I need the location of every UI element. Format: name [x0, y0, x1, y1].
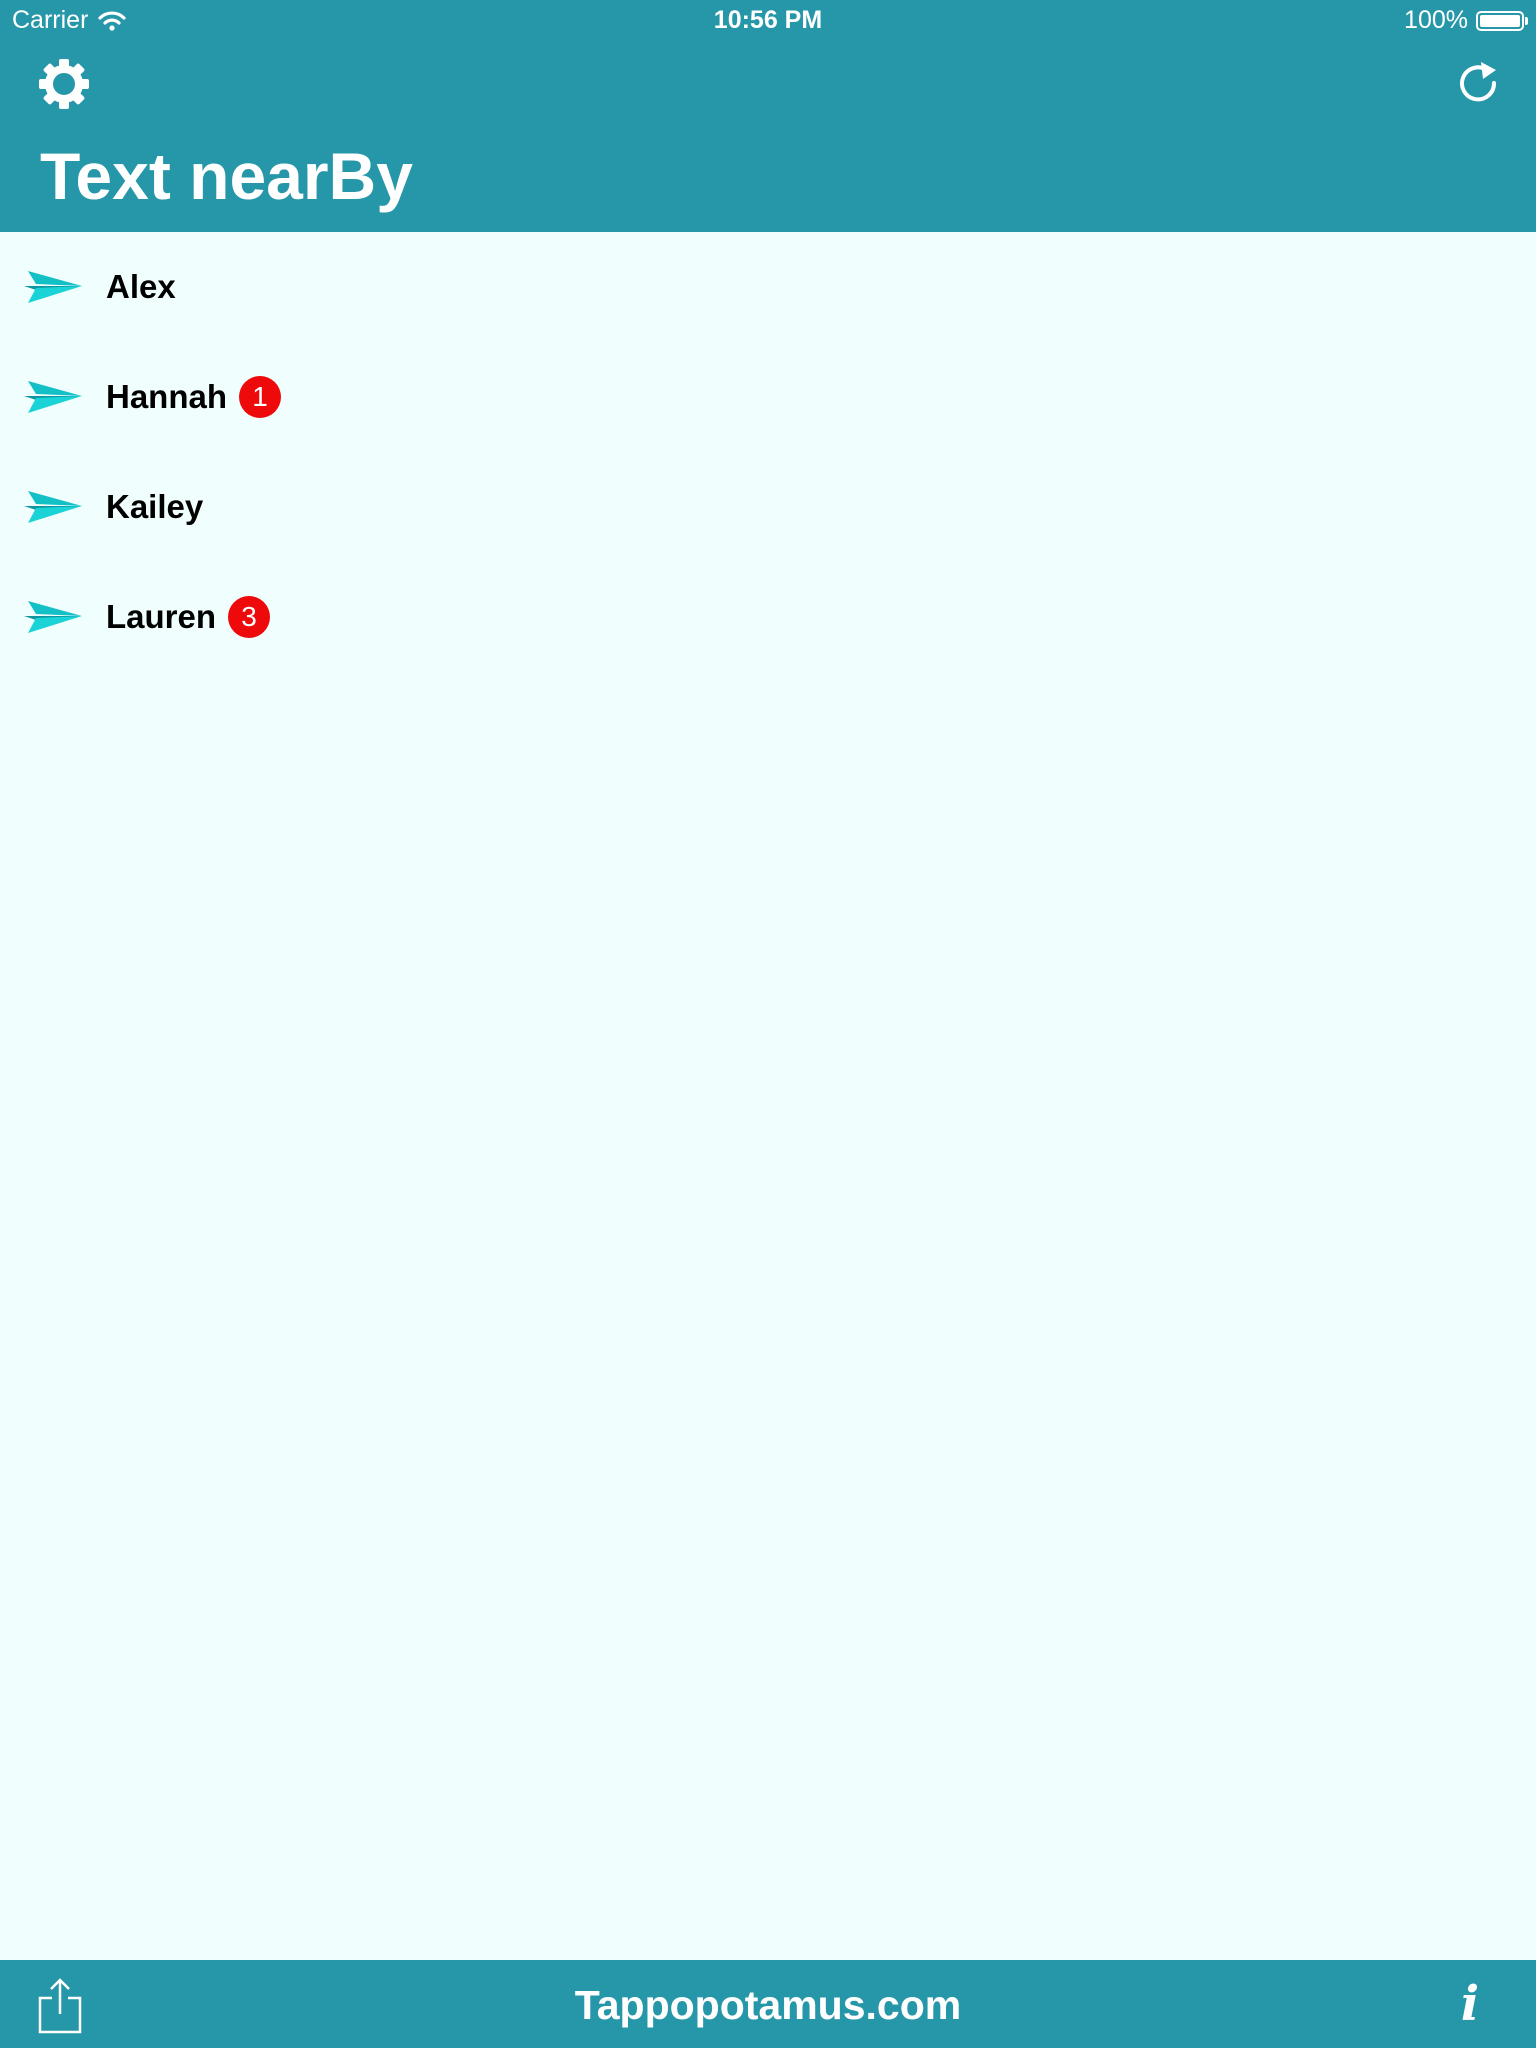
battery-indicator: 100%	[1404, 6, 1528, 35]
status-bar: Carrier 10:56 PM 100%	[0, 0, 1536, 40]
battery-icon	[1476, 10, 1528, 31]
contact-name: Alex	[106, 268, 176, 305]
contact-row-kailey[interactable]: Kailey	[0, 452, 1536, 562]
unread-badge: 3	[228, 596, 271, 638]
battery-percent: 100%	[1404, 6, 1468, 34]
contact-row-alex[interactable]: Alex	[0, 232, 1536, 342]
refresh-button[interactable]	[1452, 56, 1504, 108]
navigation-header: Carrier 10:56 PM 100% Text nearBy	[0, 0, 1536, 232]
unread-badge: 1	[239, 376, 282, 418]
contact-row-lauren[interactable]: Lauren 3	[0, 562, 1536, 672]
page-title: Text nearBy	[40, 139, 413, 213]
paper-plane-icon	[24, 601, 82, 633]
paper-plane-icon	[24, 381, 82, 413]
contact-name: Hannah	[106, 378, 228, 415]
website-link[interactable]: Tappopotamus.com	[0, 1982, 1536, 2029]
paper-plane-icon	[24, 271, 82, 303]
refresh-icon	[1460, 62, 1497, 102]
gear-icon	[39, 59, 89, 109]
info-button[interactable]: i	[1452, 1974, 1488, 2034]
paper-plane-icon	[24, 491, 82, 523]
contact-list: Alex Hannah 1 Kailey Lauren 3	[0, 232, 1536, 672]
contact-name: Lauren	[106, 598, 217, 635]
status-time: 10:56 PM	[713, 6, 823, 34]
contact-row-hannah[interactable]: Hannah 1	[0, 342, 1536, 452]
bottom-toolbar: Tappopotamus.com i	[0, 1960, 1536, 2048]
settings-button[interactable]	[36, 56, 92, 112]
contact-name: Kailey	[106, 488, 204, 525]
